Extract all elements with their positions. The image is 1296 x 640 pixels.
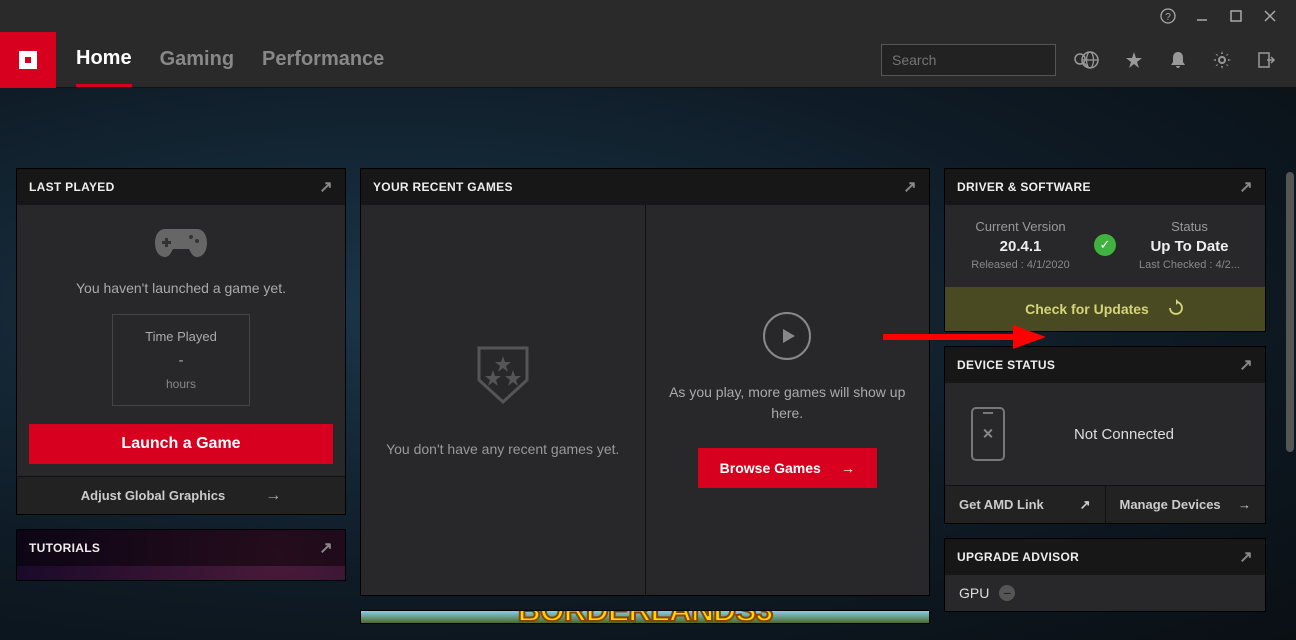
- content: LAST PLAYED ↗ You haven't launched a gam…: [0, 88, 1296, 640]
- expand-icon[interactable]: ↗: [1239, 547, 1253, 567]
- promo-text: BORDERLANDS3: [518, 610, 773, 624]
- nav-home[interactable]: Home: [76, 33, 132, 87]
- star-icon[interactable]: [1124, 50, 1144, 70]
- nav-gaming[interactable]: Gaming: [160, 34, 234, 85]
- status-value: Up To Date: [1126, 238, 1253, 255]
- check-updates-label: Check for Updates: [1025, 301, 1149, 317]
- scrollbar[interactable]: [1286, 172, 1294, 452]
- header-right: [881, 44, 1296, 76]
- upgrade-advisor-title: UPGRADE ADVISOR: [957, 550, 1079, 564]
- get-amd-link-label: Get AMD Link: [959, 497, 1044, 512]
- arrow-right-icon: →: [841, 460, 855, 476]
- share-icon: ↗: [1080, 497, 1091, 513]
- maximize-icon[interactable]: [1228, 8, 1244, 24]
- last-checked-label: Last Checked : 4/2...: [1126, 259, 1253, 271]
- arrow-right-icon: →: [265, 487, 281, 505]
- current-version-label: Current Version: [957, 219, 1084, 234]
- logout-icon[interactable]: [1256, 50, 1276, 70]
- last-played-card: LAST PLAYED ↗ You haven't launched a gam…: [16, 168, 346, 515]
- expand-icon[interactable]: ↗: [319, 177, 333, 197]
- globe-icon[interactable]: [1080, 50, 1100, 70]
- get-amd-link-button[interactable]: Get AMD Link ↗: [945, 485, 1106, 523]
- expand-icon[interactable]: ↗: [1239, 177, 1253, 197]
- browse-games-button[interactable]: Browse Games →: [698, 448, 877, 488]
- check-updates-button[interactable]: Check for Updates: [945, 287, 1265, 331]
- search-input[interactable]: [892, 52, 1073, 68]
- time-played-unit: hours: [121, 377, 241, 391]
- driver-title: DRIVER & SOFTWARE: [957, 180, 1091, 194]
- adjust-graphics-label: Adjust Global Graphics: [81, 488, 225, 503]
- gpu-label: GPU: [959, 585, 989, 601]
- recent-games-card: YOUR RECENT GAMES ↗ You don't have any r…: [360, 168, 930, 596]
- recent-games-title: YOUR RECENT GAMES: [373, 180, 513, 194]
- expand-icon[interactable]: ↗: [903, 177, 917, 197]
- device-status-card: DEVICE STATUS ↗ ✕ Not Connected Get AMD …: [944, 346, 1266, 524]
- close-icon[interactable]: [1262, 8, 1278, 24]
- tutorials-card[interactable]: TUTORIALS ↗: [16, 529, 346, 581]
- help-icon[interactable]: ?: [1160, 8, 1176, 24]
- current-version-value: 20.4.1: [957, 238, 1084, 255]
- manage-devices-label: Manage Devices: [1120, 497, 1221, 512]
- last-played-title: LAST PLAYED: [29, 180, 115, 194]
- released-label: Released : 4/1/2020: [957, 259, 1084, 271]
- time-played-label: Time Played: [121, 329, 241, 344]
- last-played-empty: You haven't launched a game yet.: [76, 280, 286, 296]
- search-box[interactable]: [881, 44, 1056, 76]
- minus-icon: −: [999, 585, 1015, 601]
- device-status-text: Not Connected: [1035, 426, 1253, 443]
- driver-software-card: DRIVER & SOFTWARE ↗ Current Version 20.4…: [944, 168, 1266, 332]
- bell-icon[interactable]: [1168, 50, 1188, 70]
- phone-icon: ✕: [971, 407, 1005, 461]
- arrow-right-icon: →: [1238, 497, 1251, 512]
- titlebar: ?: [0, 0, 1296, 32]
- adjust-graphics-button[interactable]: Adjust Global Graphics →: [17, 476, 345, 514]
- gear-icon[interactable]: [1212, 50, 1232, 70]
- refresh-icon: [1167, 299, 1185, 320]
- expand-icon[interactable]: ↗: [1239, 355, 1253, 375]
- no-recent-label: You don't have any recent games yet.: [386, 441, 619, 457]
- tutorials-title: TUTORIALS: [29, 541, 100, 555]
- nav-performance[interactable]: Performance: [262, 34, 384, 85]
- time-played-box: Time Played - hours: [112, 314, 250, 406]
- time-played-value: -: [121, 352, 241, 369]
- as-you-play-label: As you play, more games will show up her…: [666, 382, 910, 424]
- shield-icon: [475, 344, 531, 411]
- amd-logo[interactable]: [0, 32, 56, 88]
- upgrade-advisor-card: UPGRADE ADVISOR ↗ GPU −: [944, 538, 1266, 612]
- promo-banner[interactable]: BORDERLANDS3: [360, 610, 930, 624]
- main-nav: Home Gaming Performance: [76, 33, 384, 87]
- device-status-title: DEVICE STATUS: [957, 358, 1055, 372]
- header: Home Gaming Performance: [0, 32, 1296, 88]
- manage-devices-button[interactable]: Manage Devices →: [1106, 485, 1266, 523]
- play-icon: [763, 312, 811, 360]
- minimize-icon[interactable]: [1194, 8, 1210, 24]
- launch-game-button[interactable]: Launch a Game: [29, 424, 333, 464]
- checkmark-icon: ✓: [1094, 234, 1116, 256]
- status-label: Status: [1126, 219, 1253, 234]
- gamepad-icon: [153, 223, 209, 266]
- expand-icon[interactable]: ↗: [319, 538, 333, 558]
- svg-text:?: ?: [1165, 12, 1171, 23]
- browse-games-label: Browse Games: [720, 460, 821, 476]
